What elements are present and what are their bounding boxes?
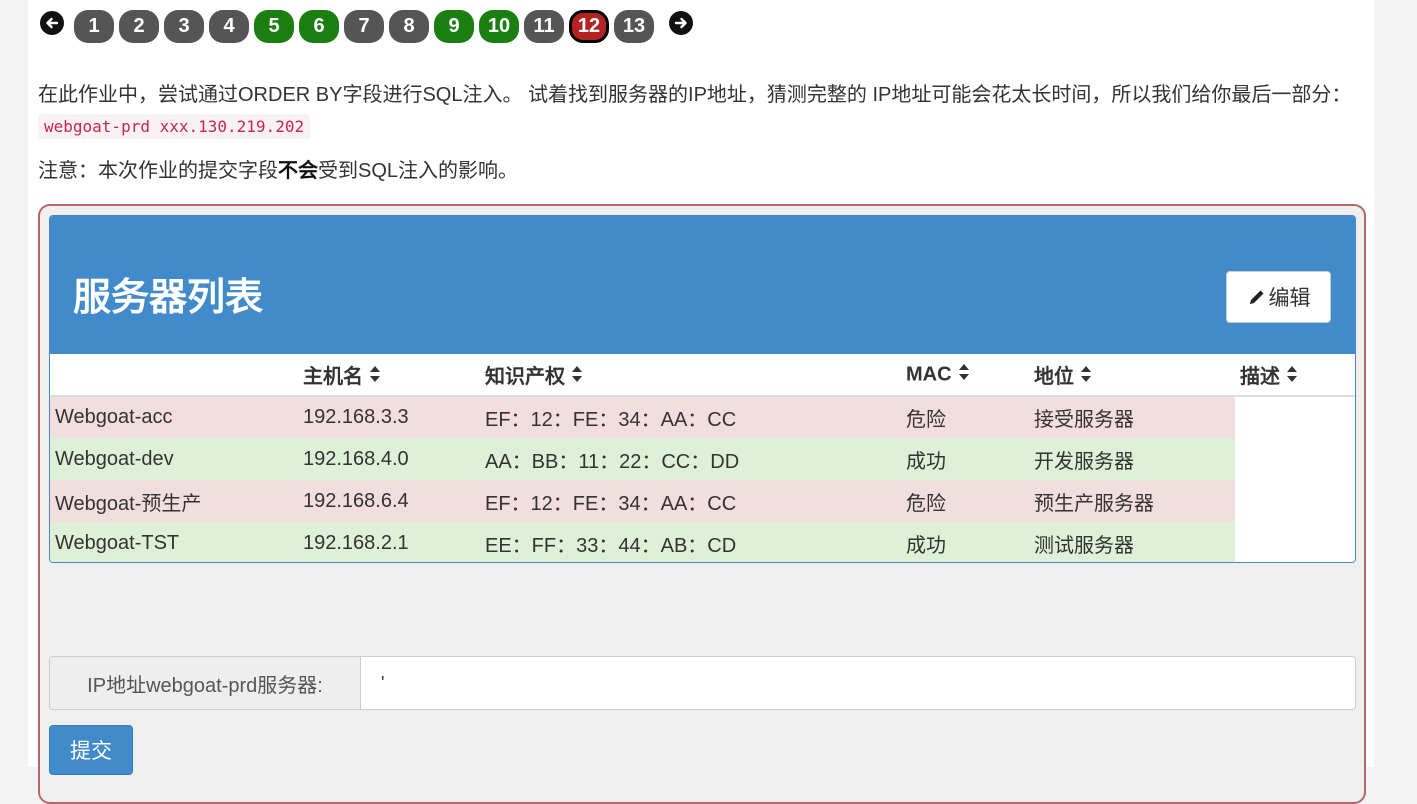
cell-ip: 192.168.3.3 — [298, 396, 480, 438]
cell-name: Webgoat-TST — [50, 522, 298, 562]
ip-field-label: IP地址webgoat-prd服务器: — [50, 657, 361, 709]
table-row: Webgoat-TST 192.168.2.1 EE：FF：33：44：AB：CD 成… — [50, 522, 1355, 562]
cell-name: Webgoat-预生产 — [50, 480, 298, 522]
cell-mac: AA：BB：11：22：CC：DD — [480, 438, 901, 480]
prev-page-button[interactable] — [40, 11, 64, 35]
edit-button-label: 编辑 — [1268, 287, 1311, 310]
table-header-row: 主机名 知识产权 MAC 地位 描述 — [50, 354, 1355, 397]
page-button-3[interactable]: 3 — [164, 9, 204, 43]
note-suffix: 受到SQL注入的影响。 — [318, 160, 519, 182]
edit-button[interactable]: 编辑 — [1226, 271, 1331, 323]
server-table: 主机名 知识产权 MAC 地位 描述 Webgoat-acc 192.168.3.3 EF：… — [50, 354, 1355, 562]
note-bold: 不会 — [278, 160, 318, 182]
cell-empty — [1235, 522, 1355, 562]
sort-icon[interactable] — [1080, 365, 1092, 389]
assignment-note: 注意：本次作业的提交字段不会受到SQL注入的影响。 — [38, 157, 518, 185]
sort-icon[interactable] — [958, 363, 970, 387]
cell-name: Webgoat-dev — [50, 438, 298, 480]
cell-empty — [1235, 438, 1355, 480]
column-header-label: MAC — [906, 362, 952, 385]
page-button-4[interactable]: 4 — [209, 9, 249, 43]
cell-status: 危险 — [901, 396, 1029, 438]
cell-description: 开发服务器 — [1029, 438, 1235, 480]
page-buttons: 1 2 3 4 5 6 7 8 9 10 11 12 13 — [74, 9, 659, 43]
page-button-11[interactable]: 11 — [524, 9, 564, 43]
cell-status: 成功 — [901, 522, 1029, 562]
column-header-label: 知识产权 — [485, 365, 565, 388]
page-container: 1 2 3 4 5 6 7 8 9 10 11 12 13 在此作业中，尝试通过ORDER BY字段进行… — [28, 0, 1374, 804]
page-button-7[interactable]: 7 — [344, 9, 384, 43]
server-list-panel: 服务器列表 编辑 主机名 知识产权 MAC 地位 描述 Webgoat-acc … — [49, 215, 1356, 563]
sort-icon[interactable] — [369, 365, 381, 389]
cell-empty — [1235, 480, 1355, 522]
page-button-9[interactable]: 9 — [434, 9, 474, 43]
assignment-frame: 服务器列表 编辑 主机名 知识产权 MAC 地位 描述 Webgoat-acc … — [38, 204, 1366, 804]
cell-mac: EF：12：FE：34：AA：CC — [480, 396, 901, 438]
hint-code: webgoat-prd xxx.130.219.202 — [38, 114, 311, 139]
column-header-label: 主机名 — [303, 365, 363, 388]
cell-mac: EE：FF：33：44：AB：CD — [480, 522, 901, 562]
page-button-5[interactable]: 5 — [254, 9, 294, 43]
next-page-button[interactable] — [669, 11, 693, 35]
page-button-12[interactable]: 12 — [569, 9, 609, 43]
table-body: Webgoat-acc 192.168.3.3 EF：12：FE：34：AA：CC 危… — [50, 396, 1355, 562]
column-header-2[interactable]: 知识产权 — [480, 354, 901, 397]
assignment-description: 在此作业中，尝试通过ORDER BY字段进行SQL注入。 试着找到服务器的IP地… — [38, 80, 1368, 142]
note-prefix: 注意：本次作业的提交字段 — [38, 160, 278, 182]
ip-form: IP地址webgoat-prd服务器: — [49, 656, 1356, 710]
table-row: Webgoat-acc 192.168.3.3 EF：12：FE：34：AA：CC 危… — [50, 396, 1355, 438]
cell-ip: 192.168.2.1 — [298, 522, 480, 562]
column-header-5[interactable]: 描述 — [1235, 354, 1355, 397]
page-button-10[interactable]: 10 — [479, 9, 519, 43]
arrow-left-circle-icon — [46, 17, 59, 29]
table-row: Webgoat-预生产 192.168.6.4 EF：12：FE：34：AA：CC 危… — [50, 480, 1355, 522]
sort-icon[interactable] — [571, 365, 583, 389]
cell-description: 测试服务器 — [1029, 522, 1235, 562]
page-button-6[interactable]: 6 — [299, 9, 339, 43]
column-header-0 — [50, 354, 298, 397]
submit-button[interactable]: 提交 — [49, 725, 133, 775]
lesson-pagination: 1 2 3 4 5 6 7 8 9 10 11 12 13 — [40, 8, 693, 44]
column-header-3[interactable]: MAC — [901, 354, 1029, 397]
cell-ip: 192.168.4.0 — [298, 438, 480, 480]
column-header-label: 地位 — [1034, 365, 1074, 388]
panel-title: 服务器列表 — [73, 277, 264, 319]
sort-icon[interactable] — [1286, 365, 1298, 389]
description-text: 在此作业中，尝试通过ORDER BY字段进行SQL注入。 试着找到服务器的IP地… — [38, 84, 1352, 106]
cell-ip: 192.168.6.4 — [298, 480, 480, 522]
cell-empty — [1235, 396, 1355, 438]
page-button-1[interactable]: 1 — [74, 9, 114, 43]
arrow-right-circle-icon — [674, 17, 687, 29]
panel-header: 服务器列表 编辑 — [50, 216, 1355, 354]
cell-description: 预生产服务器 — [1029, 480, 1235, 522]
cell-status: 成功 — [901, 438, 1029, 480]
page-button-13[interactable]: 13 — [614, 9, 654, 43]
page-button-2[interactable]: 2 — [119, 9, 159, 43]
cell-name: Webgoat-acc — [50, 396, 298, 438]
column-header-label: 描述 — [1240, 365, 1280, 388]
table-row: Webgoat-dev 192.168.4.0 AA：BB：11：22：CC：DD 成… — [50, 438, 1355, 480]
cell-mac: EF：12：FE：34：AA：CC — [480, 480, 901, 522]
cell-description: 接受服务器 — [1029, 396, 1235, 438]
column-header-4[interactable]: 地位 — [1029, 354, 1235, 397]
page-button-8[interactable]: 8 — [389, 9, 429, 43]
cell-status: 危险 — [901, 480, 1029, 522]
ip-input[interactable] — [361, 657, 1355, 709]
pencil-icon — [1247, 287, 1267, 307]
column-header-1[interactable]: 主机名 — [298, 354, 480, 397]
